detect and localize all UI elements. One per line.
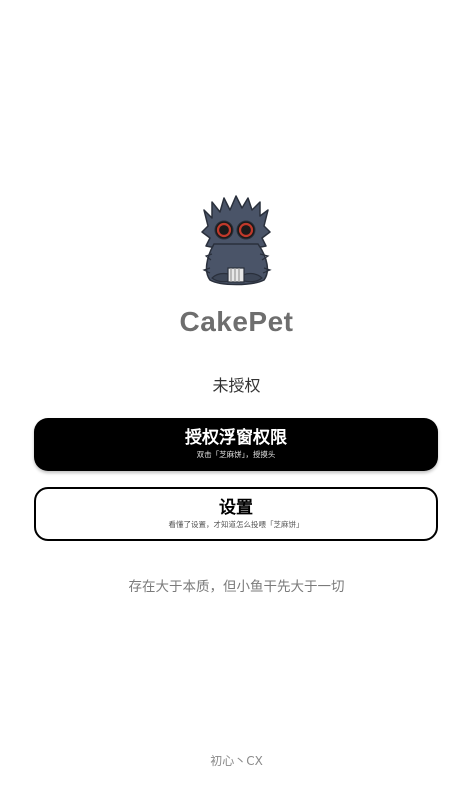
cat-mascot-icon xyxy=(190,188,282,288)
settings-button-subtitle: 看懂了设置，才知道怎么投喂「芝麻饼」 xyxy=(168,520,304,529)
grant-button-label: 授权浮窗权限 xyxy=(185,428,287,448)
authorization-status: 未授权 xyxy=(212,376,261,395)
app-name: CakePet xyxy=(179,306,294,337)
footer-credit: 初心丶CX xyxy=(210,754,263,768)
grant-overlay-permission-button[interactable]: 授权浮窗权限 双击「芝麻饼」，授摸头 xyxy=(34,418,438,471)
settings-button-label: 设置 xyxy=(219,498,253,518)
settings-button[interactable]: 设置 看懂了设置，才知道怎么投喂「芝麻饼」 xyxy=(34,487,438,541)
slogan-text: 存在大于本质，但小鱼干先大于一切 xyxy=(128,579,345,595)
grant-button-subtitle: 双击「芝麻饼」，授摸头 xyxy=(196,450,276,459)
